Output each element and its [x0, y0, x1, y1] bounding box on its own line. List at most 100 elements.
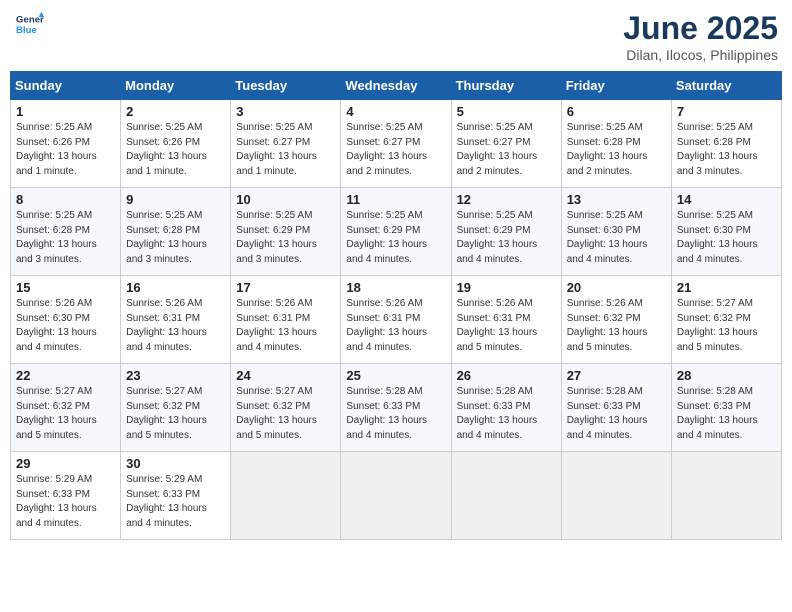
day-number: 18	[346, 280, 445, 295]
day-number: 10	[236, 192, 335, 207]
page-header: General Blue June 2025 Dilan, Ilocos, Ph…	[10, 10, 782, 63]
calendar-cell: 24Sunrise: 5:27 AM Sunset: 6:32 PM Dayli…	[231, 364, 341, 452]
day-info: Sunrise: 5:25 AM Sunset: 6:27 PM Dayligh…	[346, 121, 445, 179]
column-header-thursday: Thursday	[451, 72, 561, 100]
day-info: Sunrise: 5:25 AM Sunset: 6:30 PM Dayligh…	[677, 209, 776, 267]
calendar-cell: 7 Sunrise: 5:25 AM Sunset: 6:28 PM Daylig…	[671, 100, 781, 188]
calendar-body: 1Sunrise: 5:25 AM Sunset: 6:26 PM Daylig…	[11, 100, 782, 540]
day-info: Sunrise: 5:27 AM Sunset: 6:32 PM Dayligh…	[677, 297, 776, 355]
calendar-cell: 8Sunrise: 5:25 AM Sunset: 6:28 PM Daylig…	[11, 188, 121, 276]
logo-icon: General Blue	[16, 10, 44, 38]
day-number: 7	[677, 104, 776, 119]
calendar-cell: 30 Sunrise: 5:29 AM Sunset: 6:33 PM Dayli…	[121, 452, 231, 540]
day-number: 22	[16, 368, 115, 383]
calendar-cell: 9 Sunrise: 5:25 AM Sunset: 6:28 PM Daylig…	[121, 188, 231, 276]
day-number: 13	[567, 192, 666, 207]
calendar-cell: 19Sunrise: 5:26 AM Sunset: 6:31 PM Dayli…	[451, 276, 561, 364]
day-info: Sunrise: 5:25 AM Sunset: 6:28 PM Dayligh…	[567, 121, 666, 179]
day-number: 27	[567, 368, 666, 383]
calendar-cell: 11 Sunrise: 5:25 AM Sunset: 6:29 PM Dayli…	[341, 188, 451, 276]
day-info: Sunrise: 5:25 AM Sunset: 6:28 PM Dayligh…	[126, 209, 225, 267]
column-header-monday: Monday	[121, 72, 231, 100]
day-info: Sunrise: 5:25 AM Sunset: 6:28 PM Dayligh…	[677, 121, 776, 179]
calendar-cell: 27Sunrise: 5:28 AM Sunset: 6:33 PM Dayli…	[561, 364, 671, 452]
calendar-cell: 20 Sunrise: 5:26 AM Sunset: 6:32 PM Dayli…	[561, 276, 671, 364]
day-number: 17	[236, 280, 335, 295]
day-info: Sunrise: 5:28 AM Sunset: 6:33 PM Dayligh…	[457, 385, 556, 443]
calendar-cell: 2 Sunrise: 5:25 AM Sunset: 6:26 PM Daylig…	[121, 100, 231, 188]
day-info: Sunrise: 5:28 AM Sunset: 6:33 PM Dayligh…	[346, 385, 445, 443]
calendar-cell	[451, 452, 561, 540]
calendar-cell: 1Sunrise: 5:25 AM Sunset: 6:26 PM Daylig…	[11, 100, 121, 188]
calendar-cell: 15 Sunrise: 5:26 AM Sunset: 6:30 PM Dayli…	[11, 276, 121, 364]
day-info: Sunrise: 5:25 AM Sunset: 6:26 PM Dayligh…	[126, 121, 225, 179]
day-info: Sunrise: 5:25 AM Sunset: 6:27 PM Dayligh…	[236, 121, 335, 179]
day-number: 20	[567, 280, 666, 295]
calendar-cell: 16 Sunrise: 5:26 AM Sunset: 6:31 PM Dayli…	[121, 276, 231, 364]
day-info: Sunrise: 5:25 AM Sunset: 6:30 PM Dayligh…	[567, 209, 666, 267]
day-info: Sunrise: 5:27 AM Sunset: 6:32 PM Dayligh…	[126, 385, 225, 443]
day-info: Sunrise: 5:26 AM Sunset: 6:31 PM Dayligh…	[346, 297, 445, 355]
day-info: Sunrise: 5:25 AM Sunset: 6:29 PM Dayligh…	[346, 209, 445, 267]
day-number: 5	[457, 104, 556, 119]
month-title: June 2025	[623, 10, 778, 47]
calendar-week-row: 8 Sunrise: 5:25 AM Sunset: 6:28 PM Daylig…	[11, 188, 782, 276]
day-number: 2	[126, 104, 225, 119]
calendar-cell: 5 Sunrise: 5:25 AM Sunset: 6:27 PM Daylig…	[451, 100, 561, 188]
calendar-cell: 28Sunrise: 5:28 AM Sunset: 6:33 PM Dayli…	[671, 364, 781, 452]
calendar-cell: 17 Sunrise: 5:26 AM Sunset: 6:31 PM Dayli…	[231, 276, 341, 364]
column-header-saturday: Saturday	[671, 72, 781, 100]
calendar-cell	[561, 452, 671, 540]
column-header-friday: Friday	[561, 72, 671, 100]
title-block: June 2025 Dilan, Ilocos, Philippines	[623, 10, 778, 63]
calendar-cell: 25 Sunrise: 5:28 AM Sunset: 6:33 PM Dayli…	[341, 364, 451, 452]
calendar-cell: 18 Sunrise: 5:26 AM Sunset: 6:31 PM Dayli…	[341, 276, 451, 364]
day-number: 12	[457, 192, 556, 207]
calendar-week-row: 22 Sunrise: 5:27 AM Sunset: 6:32 PM Dayli…	[11, 364, 782, 452]
calendar-cell: 4 Sunrise: 5:25 AM Sunset: 6:27 PM Daylig…	[341, 100, 451, 188]
calendar-cell	[341, 452, 451, 540]
day-number: 30	[126, 456, 225, 471]
calendar-cell: 14 Sunrise: 5:25 AM Sunset: 6:30 PM Dayli…	[671, 188, 781, 276]
day-info: Sunrise: 5:26 AM Sunset: 6:32 PM Dayligh…	[567, 297, 666, 355]
calendar-week-row: 29Sunrise: 5:29 AM Sunset: 6:33 PM Dayli…	[11, 452, 782, 540]
day-number: 3	[236, 104, 335, 119]
calendar-cell	[231, 452, 341, 540]
day-info: Sunrise: 5:26 AM Sunset: 6:31 PM Dayligh…	[236, 297, 335, 355]
calendar-cell: 12 Sunrise: 5:25 AM Sunset: 6:29 PM Dayli…	[451, 188, 561, 276]
column-header-wednesday: Wednesday	[341, 72, 451, 100]
calendar-table: SundayMondayTuesdayWednesdayThursdayFrid…	[10, 71, 782, 540]
calendar-cell: 23Sunrise: 5:27 AM Sunset: 6:32 PM Dayli…	[121, 364, 231, 452]
calendar-cell: 3 Sunrise: 5:25 AM Sunset: 6:27 PM Daylig…	[231, 100, 341, 188]
day-number: 8	[16, 192, 115, 207]
day-number: 9	[126, 192, 225, 207]
svg-text:Blue: Blue	[16, 25, 37, 36]
calendar-cell: 13 Sunrise: 5:25 AM Sunset: 6:30 PM Dayli…	[561, 188, 671, 276]
column-header-sunday: Sunday	[11, 72, 121, 100]
day-number: 11	[346, 192, 445, 207]
calendar-header-row: SundayMondayTuesdayWednesdayThursdayFrid…	[11, 72, 782, 100]
day-number: 16	[126, 280, 225, 295]
calendar-cell: 26Sunrise: 5:28 AM Sunset: 6:33 PM Dayli…	[451, 364, 561, 452]
day-info: Sunrise: 5:26 AM Sunset: 6:31 PM Dayligh…	[126, 297, 225, 355]
calendar-cell: 10Sunrise: 5:25 AM Sunset: 6:29 PM Dayli…	[231, 188, 341, 276]
calendar-cell: 29Sunrise: 5:29 AM Sunset: 6:33 PM Dayli…	[11, 452, 121, 540]
day-info: Sunrise: 5:29 AM Sunset: 6:33 PM Dayligh…	[126, 473, 225, 531]
day-number: 4	[346, 104, 445, 119]
calendar-cell: 6 Sunrise: 5:25 AM Sunset: 6:28 PM Daylig…	[561, 100, 671, 188]
day-info: Sunrise: 5:27 AM Sunset: 6:32 PM Dayligh…	[16, 385, 115, 443]
day-number: 25	[346, 368, 445, 383]
calendar-week-row: 15 Sunrise: 5:26 AM Sunset: 6:30 PM Dayli…	[11, 276, 782, 364]
calendar-cell: 22 Sunrise: 5:27 AM Sunset: 6:32 PM Dayli…	[11, 364, 121, 452]
calendar-week-row: 1Sunrise: 5:25 AM Sunset: 6:26 PM Daylig…	[11, 100, 782, 188]
calendar-cell: 21 Sunrise: 5:27 AM Sunset: 6:32 PM Dayli…	[671, 276, 781, 364]
day-number: 6	[567, 104, 666, 119]
day-number: 15	[16, 280, 115, 295]
day-number: 14	[677, 192, 776, 207]
day-number: 19	[457, 280, 556, 295]
day-info: Sunrise: 5:25 AM Sunset: 6:27 PM Dayligh…	[457, 121, 556, 179]
day-info: Sunrise: 5:25 AM Sunset: 6:29 PM Dayligh…	[457, 209, 556, 267]
day-info: Sunrise: 5:26 AM Sunset: 6:30 PM Dayligh…	[16, 297, 115, 355]
location: Dilan, Ilocos, Philippines	[623, 47, 778, 63]
day-number: 21	[677, 280, 776, 295]
